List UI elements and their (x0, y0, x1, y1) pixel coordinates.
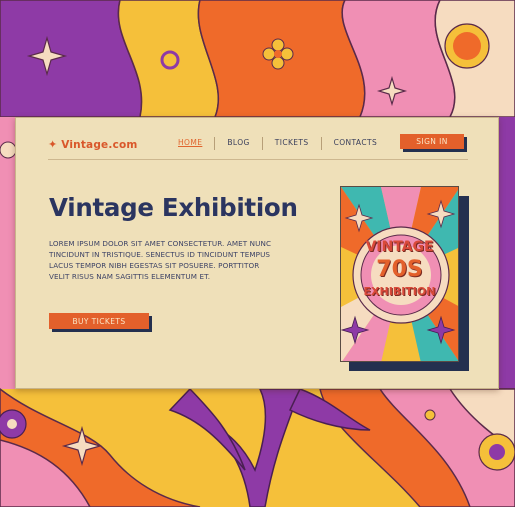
exhibition-poster: VINTAGE 70S EXHIBITION (340, 186, 459, 362)
poster-line-3: EXHIBITION (363, 285, 436, 298)
nav-item-home[interactable]: HOME (166, 136, 214, 150)
flower-icon (444, 23, 490, 69)
browser-window: ✦ Vintage.com HOME BLOG TICKETS CONTACTS… (15, 117, 499, 389)
nav-menu: HOME BLOG TICKETS CONTACTS (166, 136, 389, 150)
buy-tickets-button[interactable]: BUY TICKETS (49, 313, 149, 329)
poster-line-2: 70S (376, 257, 423, 282)
hero-description: LOREM IPSUM DOLOR SIT AMET CONSECTETUR. … (49, 239, 272, 281)
flower-icon (0, 141, 17, 159)
nav-item-tickets[interactable]: TICKETS (263, 136, 321, 150)
nav-item-contacts[interactable]: CONTACTS (322, 136, 390, 150)
nav-item-blog[interactable]: BLOG (215, 136, 261, 150)
sparkle-icon: ✦ (48, 139, 58, 151)
nav-underline (48, 159, 468, 160)
page-title: Vintage Exhibition (49, 193, 298, 222)
flower-icon (0, 409, 27, 439)
top-nav: ✦ Vintage.com HOME BLOG TICKETS CONTACTS… (16, 118, 498, 166)
flower-icon (478, 433, 515, 471)
sign-in-button[interactable]: SIGN IN (400, 134, 464, 149)
brand-name: Vintage.com (61, 139, 138, 151)
poster-line-1: VINTAGE (365, 239, 434, 255)
brand-logo[interactable]: ✦ Vintage.com (48, 138, 138, 152)
